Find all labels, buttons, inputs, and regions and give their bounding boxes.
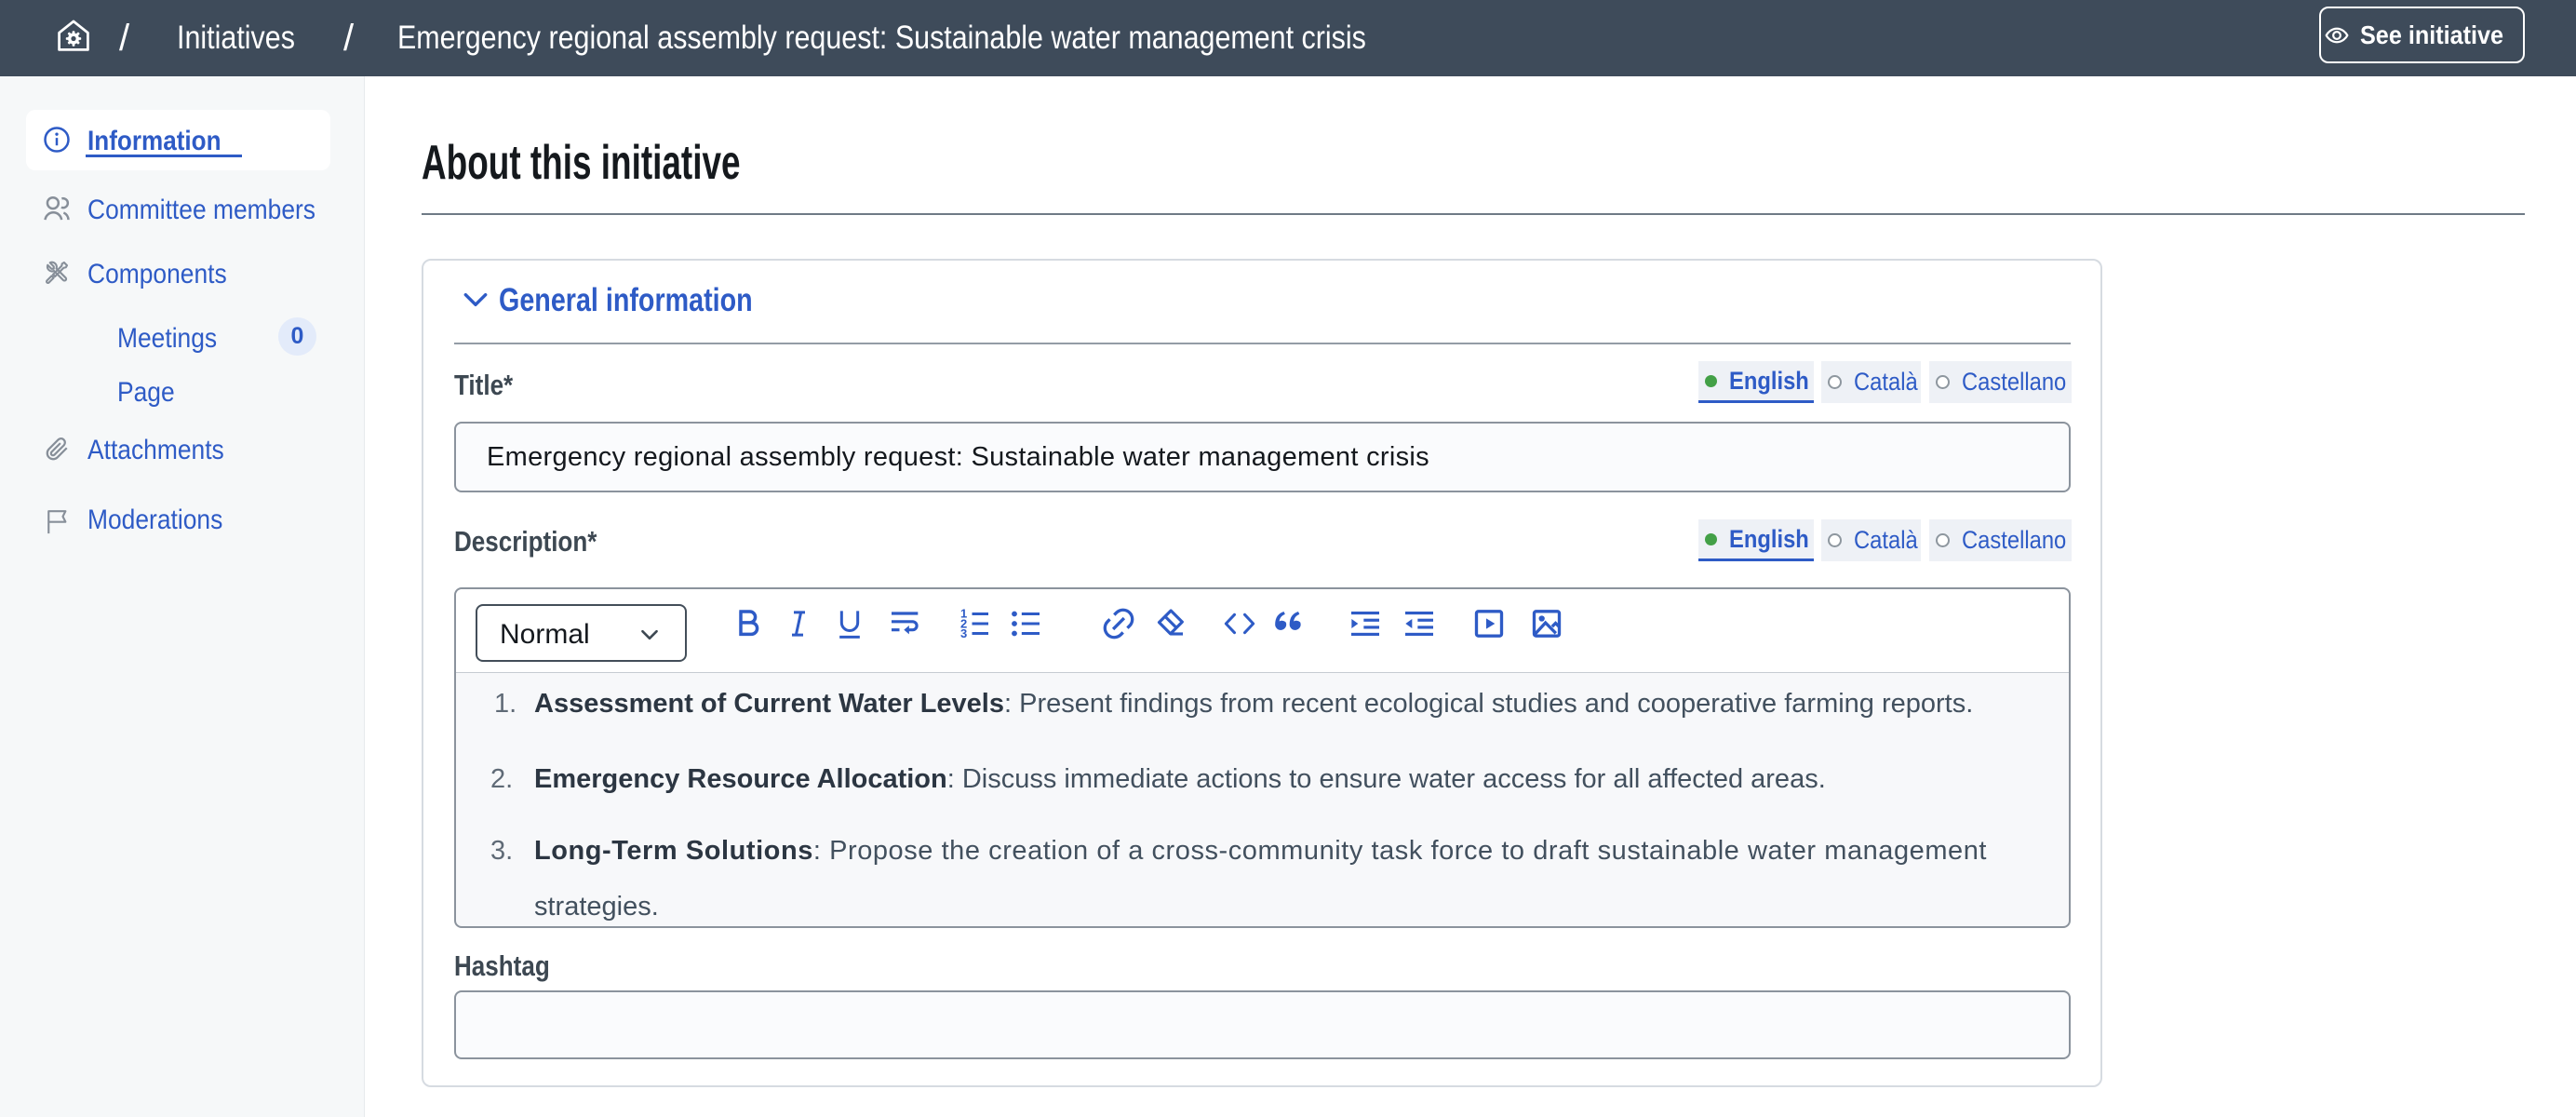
svg-text:3: 3 <box>960 626 967 640</box>
